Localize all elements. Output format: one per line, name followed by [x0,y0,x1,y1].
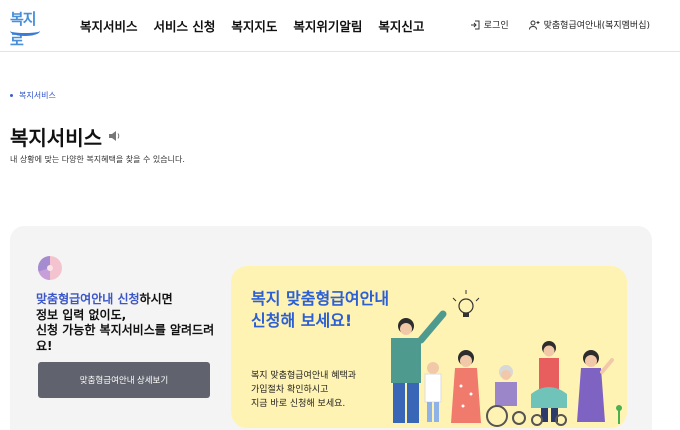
page-description: 내 상황에 맞는 다양한 복지혜택을 찾을 수 있습니다. [10,155,185,164]
figure-man-stroller [531,341,567,426]
figure-woman-purple [577,350,614,422]
page-title: 복지서비스 [10,126,102,150]
speaker-icon[interactable] [108,127,122,146]
promo-line-1: 맞춤형급여안내 신청하시면 [36,292,226,308]
login-icon [470,20,480,30]
page-title-row: 복지서비스 [10,122,122,151]
promo-text: 맞춤형급여안내 신청하시면 정보 입력 없이도, 신청 가능한 복지서비스를 알… [36,292,226,354]
banner-headline-line-2: 신청해 보세요! [251,311,353,331]
figure-child [424,362,442,422]
banner-body-line-1: 복지 맞춤형급여안내 혜택과 [251,371,357,381]
banner-headline: 복지 맞춤형급여안내 신청해 보세요! [251,288,389,333]
banner-body-line-2: 가입절차 확인하시고 [251,384,329,395]
plant-icon [616,405,622,424]
add-user-icon [528,20,540,30]
pie-chart-icon [38,256,62,280]
login-label: 로그인 [483,21,509,31]
benefit-guide-detail-button[interactable]: 맞춤형급여안내 상세보기 [38,362,210,398]
banner-body: 복지 맞춤형급여안내 혜택과 가입절차 확인하시고 지금 바로 신청해 보세요. [251,370,356,412]
membership-banner[interactable]: 복지 맞춤형급여안내 신청해 보세요! 복지 맞춤형급여안내 혜택과 가입절차 … [231,266,627,428]
site-logo[interactable]: 복지로 [8,8,44,49]
header: 복지로 복지서비스 서비스 신청 복지지도 복지위기알림 복지신고 로그인 맞춤… [0,0,680,52]
nav-item-welfare-map[interactable]: 복지지도 [231,16,277,35]
breadcrumb-bullet [10,94,13,97]
lightbulb-icon [452,290,480,317]
banner-headline-line-1: 복지 맞춤형급여안내 [251,289,390,308]
breadcrumb-item[interactable]: 복지서비스 [19,90,56,101]
promo-line-4: 요! [36,338,53,353]
promo-line-3: 신청 가능한 복지서비스를 알려드려 [36,323,215,338]
main-nav: 복지서비스 서비스 신청 복지지도 복지위기알림 복지신고 [80,16,424,35]
figure-woman [451,350,481,423]
nav-item-service-apply[interactable]: 서비스 신청 [154,16,216,35]
top-utility-strip [390,0,650,4]
breadcrumb: 복지서비스 [10,90,56,101]
nav-item-welfare-service[interactable]: 복지서비스 [80,16,138,35]
promo-highlight: 맞춤형급여안내 신청 [36,292,140,306]
nav-item-crisis-alert[interactable]: 복지위기알림 [293,16,362,35]
figure-elderly-wheelchair [486,365,526,427]
family-illustration [391,290,622,427]
utility-menu: 로그인 맞춤형급여안내(복지멤버십) [470,18,650,31]
membership-link[interactable]: 맞춤형급여안내(복지멤버십) [528,18,650,31]
promo-line-1-rest: 하시면 [139,292,173,306]
logo-smile-mark [10,26,40,36]
membership-label: 맞춤형급여안내(복지멤버십) [543,21,650,31]
promo-line-2: 정보 입력 없이도, [36,307,127,322]
login-link[interactable]: 로그인 [470,18,509,31]
nav-item-welfare-report[interactable]: 복지신고 [378,16,424,35]
promo-panel: 맞춤형급여안내 신청하시면 정보 입력 없이도, 신청 가능한 복지서비스를 알… [10,226,652,430]
banner-body-line-3: 지금 바로 신청해 보세요. [251,398,346,409]
